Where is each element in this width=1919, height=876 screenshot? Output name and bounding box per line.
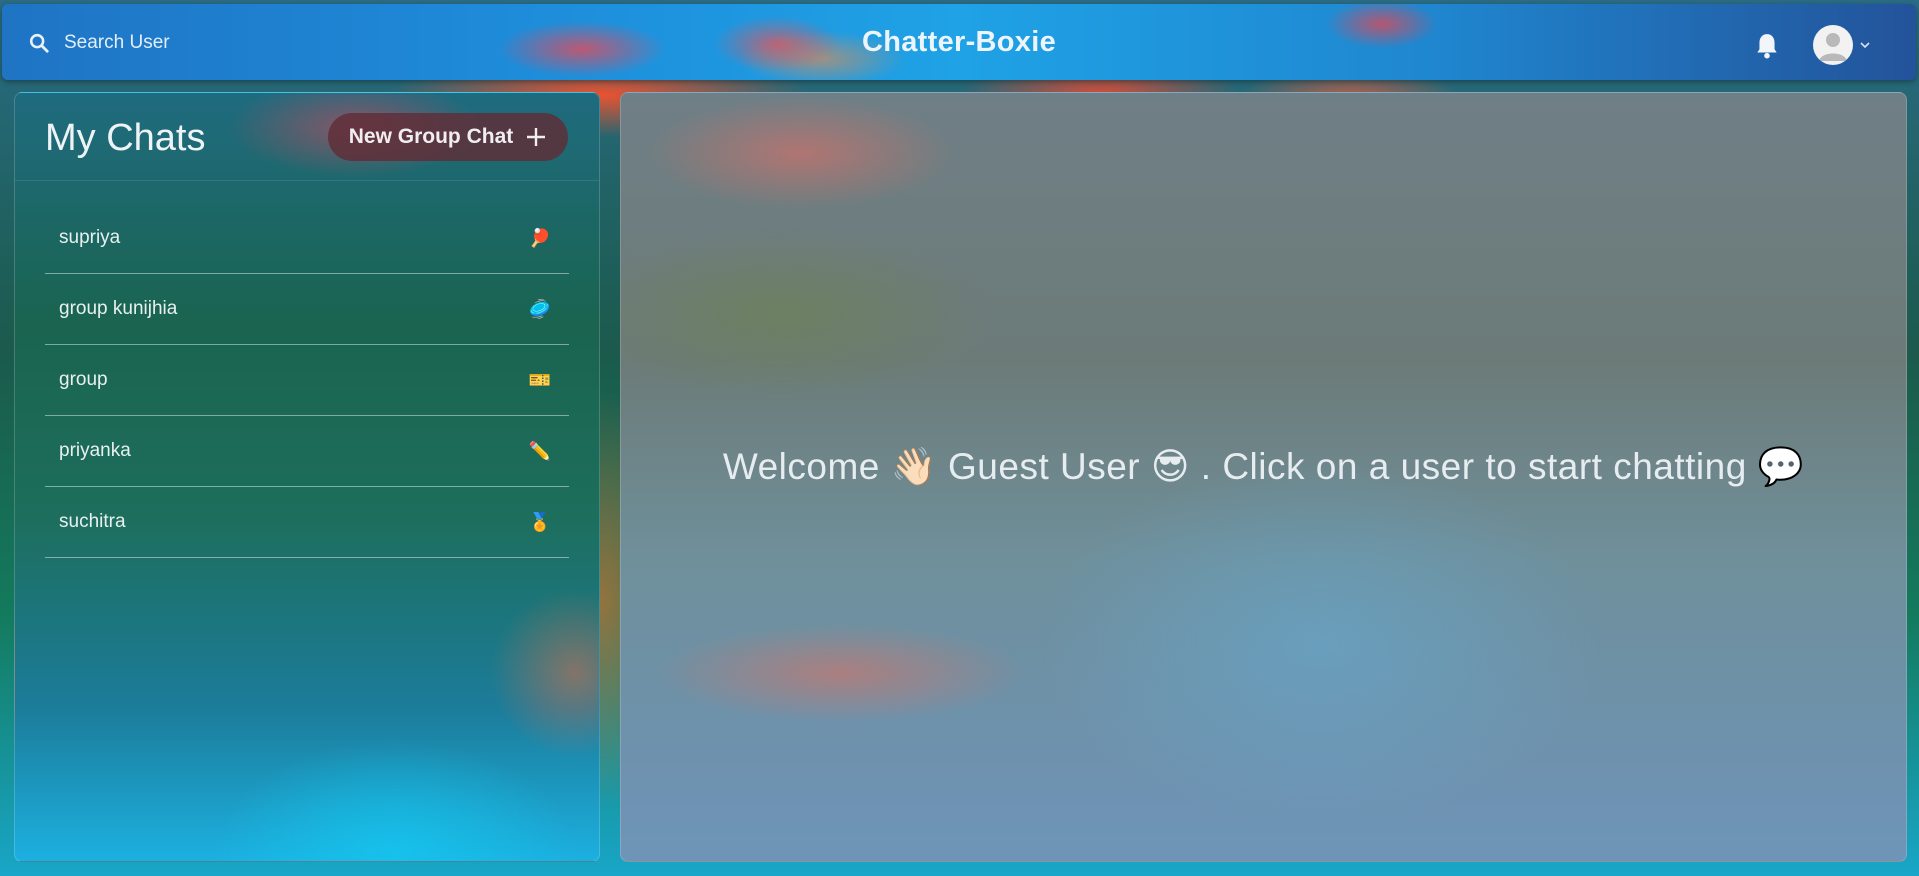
speech-bubble-icon: 💬 — [1757, 445, 1805, 488]
chat-name: group — [59, 369, 108, 390]
chat-list: supriya 🏓 group kunijhia 🥏 group 🎫 priya… — [45, 203, 569, 558]
avatar — [1813, 25, 1853, 65]
chat-name: priyanka — [59, 440, 131, 461]
plus-icon — [527, 128, 546, 146]
my-chats-panel: My Chats New Group Chat supriya 🏓 group … — [14, 92, 600, 862]
chat-name: group kunijhia — [59, 298, 178, 319]
waving-hand-icon: 👋🏻 — [890, 445, 938, 488]
avatar-icon — [1819, 33, 1847, 61]
start-chat-prompt: . Click on a user to start chatting — [1200, 446, 1747, 487]
chat-item-priyanka[interactable]: priyanka ✏️ — [45, 416, 569, 487]
welcome-message: Welcome 👋🏻 Guest User 😎 . Click on a use… — [621, 445, 1906, 489]
guest-user-name: Guest User — [948, 446, 1141, 487]
app-title: Chatter-Boxie — [861, 26, 1057, 58]
chat-name: suchitra — [59, 511, 126, 532]
chat-item-group-kunijhia[interactable]: group kunijhia 🥏 — [45, 274, 569, 345]
my-chats-header: My Chats New Group Chat — [15, 93, 599, 181]
ping-pong-icon: 🏓 — [528, 227, 551, 249]
profile-menu[interactable] — [1813, 25, 1871, 65]
chat-name: supriya — [59, 227, 121, 248]
new-group-chat-button[interactable]: New Group Chat — [328, 113, 568, 161]
pencil-icon: ✏️ — [528, 440, 551, 462]
top-bar: Search User Chatter-Boxie — [2, 4, 1916, 80]
chat-item-suchitra[interactable]: suchitra 🏅 — [45, 487, 569, 558]
search-user-button[interactable]: Search User — [28, 26, 198, 60]
flying-disc-icon: 🥏 — [528, 298, 551, 320]
chevron-down-icon — [1860, 42, 1870, 49]
chat-item-supriya[interactable]: supriya 🏓 — [45, 203, 569, 274]
my-chats-title: My Chats — [45, 117, 206, 159]
ticket-icon: 🎫 — [528, 369, 551, 391]
chat-item-group[interactable]: group 🎫 — [45, 345, 569, 416]
medal-icon: 🏅 — [528, 511, 551, 533]
sunglasses-face-icon: 😎 — [1150, 445, 1190, 488]
search-icon — [29, 33, 49, 53]
chat-box-panel: Welcome 👋🏻 Guest User 😎 . Click on a use… — [620, 92, 1907, 862]
bell-icon[interactable] — [1754, 32, 1780, 60]
search-user-label: Search User — [64, 32, 170, 53]
new-group-chat-label: New Group Chat — [348, 125, 514, 148]
welcome-prefix: Welcome — [722, 446, 880, 487]
